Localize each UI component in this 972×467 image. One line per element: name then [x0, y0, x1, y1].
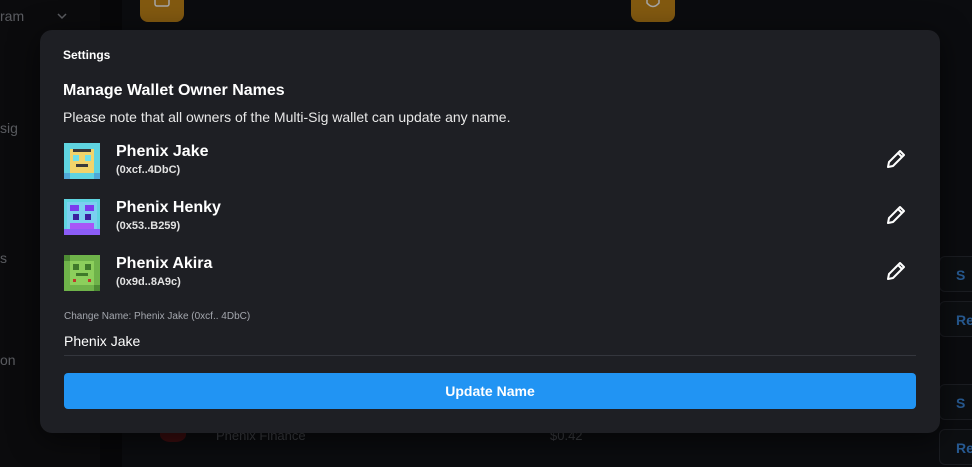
pencil-icon[interactable] [884, 259, 908, 283]
pixel-avatar-icon [64, 143, 100, 179]
owner-name: Phenix Henky [116, 199, 221, 216]
update-name-button[interactable]: Update Name [64, 373, 916, 409]
settings-modal: Settings Manage Wallet Owner Names Pleas… [40, 30, 940, 433]
section-title: Manage Wallet Owner Names [63, 82, 285, 99]
change-name-label: Change Name: Phenix Jake (0xcf.. 4DbC) [64, 311, 251, 322]
pixel-avatar-icon [64, 199, 100, 235]
pixel-avatar-icon [64, 255, 100, 291]
owner-row: Phenix Akira (0x9d..8A9c) [64, 255, 924, 295]
owner-address: (0x53..B259) [116, 220, 181, 232]
owner-name: Phenix Jake [116, 143, 209, 160]
pencil-icon[interactable] [884, 147, 908, 171]
owner-address: (0xcf..4DbC) [116, 164, 181, 176]
owner-row: Phenix Henky (0x53..B259) [64, 199, 924, 239]
owner-row: Phenix Jake (0xcf..4DbC) [64, 143, 924, 183]
owner-name: Phenix Akira [116, 255, 213, 272]
permissions-note: Please note that all owners of the Multi… [63, 109, 511, 125]
modal-title: Settings [63, 48, 111, 62]
name-input[interactable] [64, 328, 916, 356]
pencil-icon[interactable] [884, 203, 908, 227]
owner-address: (0x9d..8A9c) [116, 276, 181, 288]
